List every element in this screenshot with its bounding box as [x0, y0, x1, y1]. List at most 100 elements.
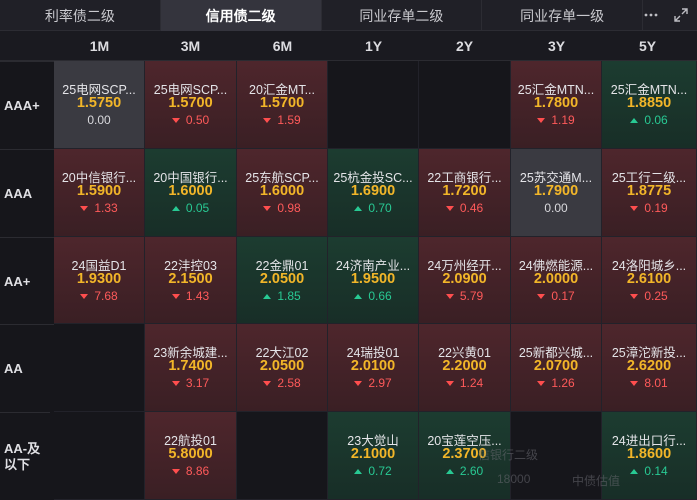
change-value: 1.24 [459, 376, 484, 390]
tab-bar: 利率债二级 信用债二级 同业存单二级 同业存单一级 [0, 0, 697, 31]
expand-icon[interactable] [673, 7, 689, 23]
yield-change: 8.86 [145, 464, 236, 478]
more-dots-icon[interactable] [643, 7, 659, 23]
row-label-aa: AA [0, 324, 54, 412]
bond-cell[interactable]: 24瑞投01 2.0100 2.97 [328, 324, 419, 412]
bond-cell[interactable]: 24济南产业... 1.9500 0.66 [328, 237, 419, 324]
bond-yield: 2.0500 [259, 358, 305, 374]
bond-cell[interactable]: 20中国银行... 1.6000 0.05 [145, 149, 237, 237]
down-arrow-icon [537, 381, 546, 387]
down-arrow-icon [80, 206, 89, 212]
bond-yield: 1.6000 [259, 183, 305, 199]
bond-yield: 2.3700 [442, 446, 487, 462]
bond-cell[interactable]: 20宝莲空压... 2.3700 2.60 [419, 412, 511, 500]
yield-change: 0.14 [602, 464, 696, 478]
yield-change: 0.00 [54, 113, 144, 127]
row-label-aaa: AAA [0, 149, 54, 237]
bond-yield: 2.0000 [533, 271, 579, 287]
bond-cell[interactable]: 24万州经开... 2.0900 5.79 [419, 237, 511, 324]
tab-credit-bond-secondary[interactable]: 信用债二级 [160, 0, 322, 31]
bond-cell[interactable]: 20汇金MT... 1.5700 1.59 [237, 61, 328, 149]
column-header-1m: 1M [89, 38, 110, 54]
yield-change: 0.17 [511, 289, 601, 303]
bond-cell[interactable]: 22大江02 2.0500 2.58 [237, 324, 328, 412]
yield-change: 2.60 [419, 464, 510, 478]
up-arrow-icon [630, 469, 639, 475]
bond-yield: 2.0700 [533, 358, 579, 374]
down-arrow-icon [171, 118, 180, 124]
yield-change: 0.98 [237, 201, 327, 215]
yield-change: 1.33 [54, 201, 144, 215]
yield-change: 1.85 [237, 289, 327, 303]
bond-cell[interactable]: 25漳沱新投... 2.6200 8.01 [602, 324, 697, 412]
change-value: 0.72 [368, 464, 392, 478]
tab-ncd-primary[interactable]: 同业存单一级 [482, 0, 643, 31]
change-value: 0.25 [644, 289, 668, 303]
bond-yield: 2.0500 [259, 271, 305, 287]
bond-cell[interactable]: 25苏交通M... 1.7900 0.00 [511, 149, 602, 237]
yield-change: 2.58 [237, 376, 327, 390]
bond-yield: 1.7800 [533, 95, 579, 111]
bond-cell[interactable]: 22沣控03 2.1500 1.43 [145, 237, 237, 324]
change-value: 2.58 [277, 376, 301, 390]
bond-cell[interactable]: 25东航SCP... 1.6000 0.98 [237, 149, 328, 237]
bond-yield: 2.1500 [168, 271, 213, 287]
bond-cell[interactable]: 25工行二级... 1.8775 0.19 [602, 149, 697, 237]
down-arrow-icon [630, 206, 639, 212]
change-value: 0.17 [551, 289, 575, 303]
yield-change: 5.79 [419, 289, 510, 303]
bond-cell [328, 61, 419, 149]
down-arrow-icon [445, 206, 454, 212]
yield-change: 0.50 [145, 113, 236, 127]
bond-yield: 1.8850 [626, 95, 672, 111]
yield-change: 0.66 [328, 289, 418, 303]
bond-cell[interactable]: 22金鼎01 2.0500 1.85 [237, 237, 328, 324]
bond-cell [511, 412, 602, 500]
yield-change: 0.00 [511, 201, 601, 215]
tab-ncd-secondary[interactable]: 同业存单二级 [322, 0, 483, 31]
bond-cell[interactable]: 24洛阳城乡... 2.6100 0.25 [602, 237, 697, 324]
yield-change: 1.59 [237, 113, 327, 127]
change-value: 0.05 [185, 201, 210, 215]
bond-yield: 1.7400 [168, 358, 213, 374]
row-label-aa-plus: AA+ [0, 237, 54, 324]
change-value: 0.50 [185, 113, 210, 127]
bond-cell[interactable]: 24进出口行... 1.8600 0.14 [602, 412, 697, 500]
bond-cell[interactable]: 25杭金投SC... 1.6900 0.70 [328, 149, 419, 237]
bond-cell[interactable]: 25新都兴城... 2.0700 1.26 [511, 324, 602, 412]
bond-cell[interactable]: 25电网SCP... 1.5700 0.50 [145, 61, 237, 149]
yield-change: 8.01 [602, 376, 696, 390]
bond-yield: 1.7200 [442, 183, 487, 199]
down-arrow-icon [171, 294, 180, 300]
change-value: 0.19 [644, 201, 668, 215]
up-arrow-icon [263, 294, 272, 300]
bond-cell [237, 412, 328, 500]
bond-cell[interactable]: 24佛燃能源... 2.0000 0.17 [511, 237, 602, 324]
bond-cell[interactable]: 24国益D1 1.9300 7.68 [54, 237, 145, 324]
down-arrow-icon [630, 294, 639, 300]
bond-cell[interactable]: 25电网SCP... 1.5750 0.00 [54, 61, 145, 149]
bond-cell[interactable]: 23新余城建... 1.7400 3.17 [145, 324, 237, 412]
down-arrow-icon [263, 118, 272, 124]
bond-cell[interactable]: 22工商银行... 1.7200 0.46 [419, 149, 511, 237]
change-value: 1.59 [277, 113, 301, 127]
bond-cell[interactable]: 25汇金MTN... 1.8850 0.06 [602, 61, 697, 149]
bond-yield: 1.5700 [259, 95, 305, 111]
change-value: 8.01 [644, 376, 668, 390]
bond-cell[interactable]: 22航投01 5.8000 8.86 [145, 412, 237, 500]
up-arrow-icon [630, 118, 639, 124]
yield-change: 2.97 [328, 376, 418, 390]
column-header-6m: 6M [272, 38, 293, 54]
down-arrow-icon [537, 118, 546, 124]
bond-cell[interactable]: 20中信银行... 1.5900 1.33 [54, 149, 145, 237]
bond-yield: 1.8600 [626, 446, 672, 462]
bond-cell[interactable]: 23大觉山 2.1000 0.72 [328, 412, 419, 500]
bond-cell[interactable]: 22兴黄01 2.2000 1.24 [419, 324, 511, 412]
yield-change: 7.68 [54, 289, 144, 303]
tab-rate-bond-secondary[interactable]: 利率债二级 [0, 0, 161, 31]
bond-yield: 2.6200 [626, 358, 672, 374]
column-header-1y: 1Y [364, 38, 383, 54]
bond-cell [54, 412, 145, 500]
bond-cell[interactable]: 25汇金MTN... 1.7800 1.19 [511, 61, 602, 149]
bond-yield: 2.6100 [626, 271, 672, 287]
